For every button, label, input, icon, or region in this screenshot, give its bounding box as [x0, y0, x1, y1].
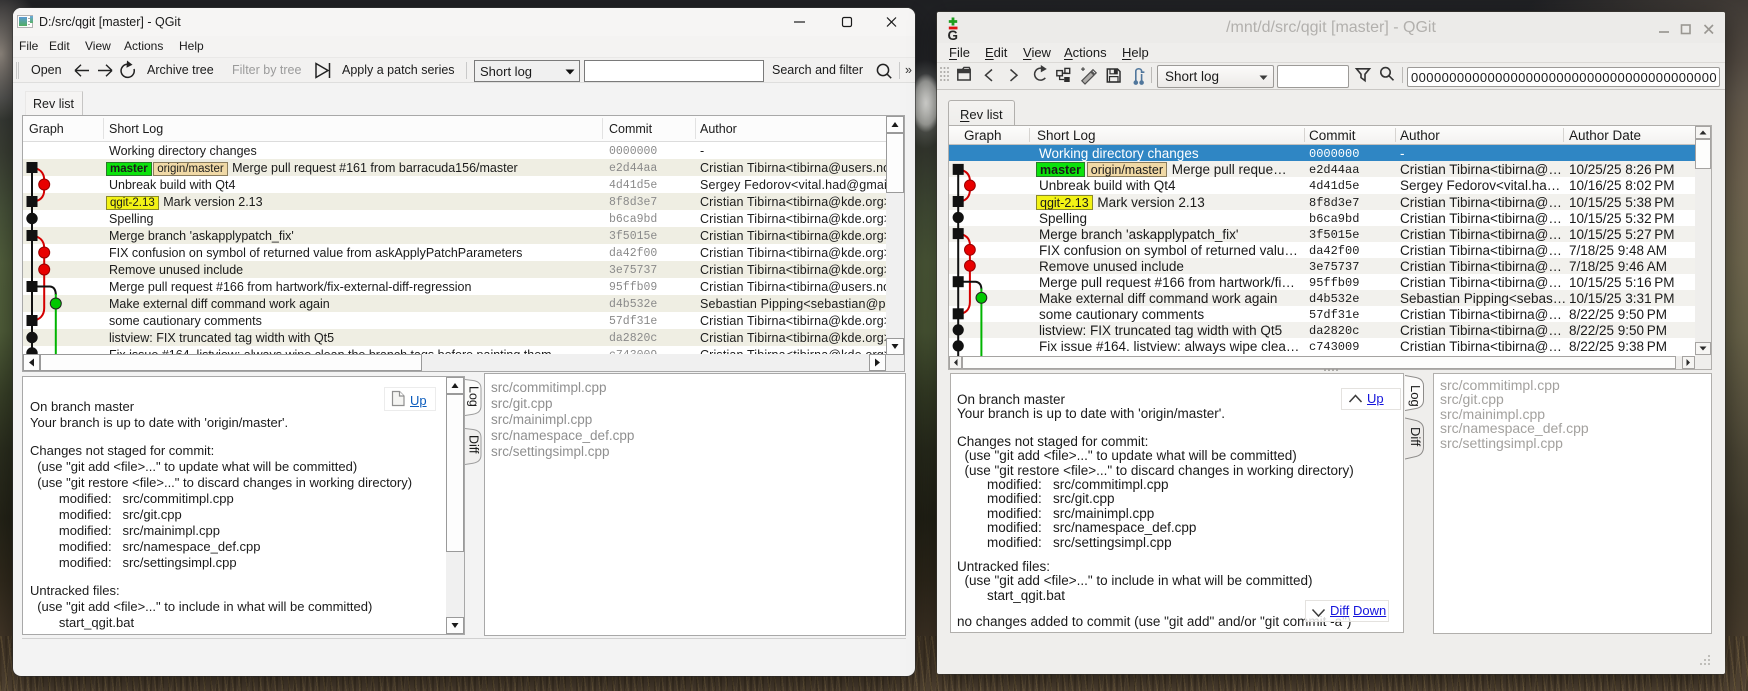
svg-text:Log: Log [467, 386, 481, 407]
svg-text:Diff: Diff [1408, 427, 1423, 447]
svg-text:Log: Log [1408, 385, 1423, 407]
svg-text:Diff: Diff [467, 435, 481, 454]
svg-text:G: G [948, 28, 959, 40]
